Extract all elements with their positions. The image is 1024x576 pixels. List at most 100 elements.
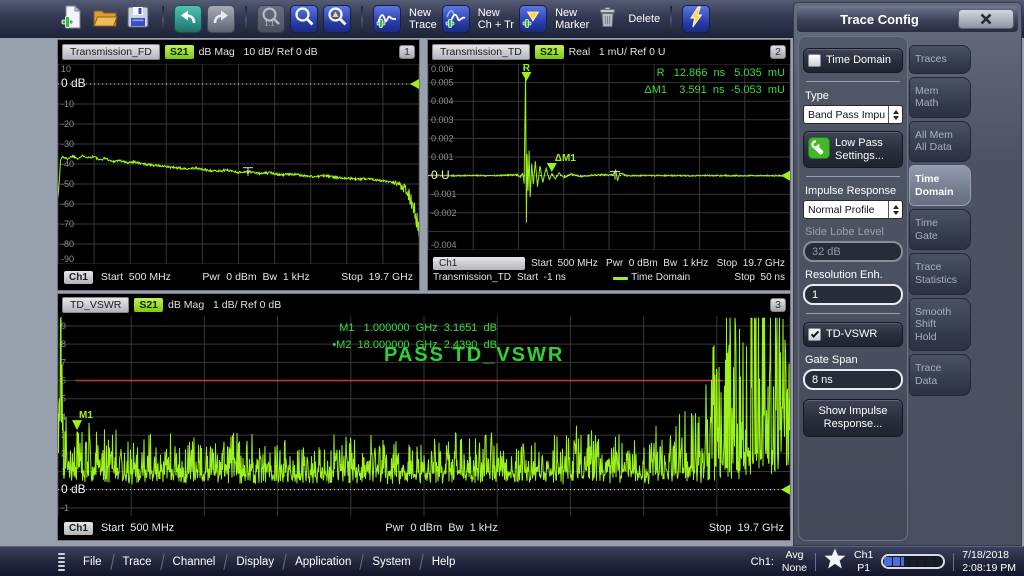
legend: Time Domain <box>572 272 729 283</box>
resolution-enh-label: Resolution Enh. <box>805 269 901 281</box>
marker-readout: R 12.866 ns 5.035 mU ΔM1 3.591 ns -5.053… <box>644 65 785 98</box>
save-button[interactable] <box>124 5 152 33</box>
stop-frequency-label: Stop 19.7 GHz <box>709 522 784 534</box>
zoom-1to1-button[interactable]: 1:1 <box>257 5 285 33</box>
undo-button[interactable] <box>174 5 202 33</box>
plot-area-td-vswr[interactable]: 987654321-1M1 M1 1.000000 GHz 3.1651 dB … <box>58 316 790 516</box>
window-title: Trace Config <box>801 12 958 27</box>
datetime-status: 7/18/20182:08:19 PM <box>962 549 1016 573</box>
menu-file[interactable]: File <box>73 556 112 568</box>
tab-trace-statistics[interactable]: TraceStatistics <box>909 253 971 294</box>
svg-text:-60: -60 <box>61 199 74 209</box>
svg-text:-40: -40 <box>61 159 74 169</box>
svg-text:-1: -1 <box>61 503 69 513</box>
trace-name-button[interactable]: Transmission_TD <box>432 44 530 60</box>
svg-text:9: 9 <box>61 321 66 331</box>
tab-all-mem-all-data[interactable]: All MemAll Data <box>909 121 971 162</box>
stop-frequency-label: Stop 19.7 GHz <box>341 271 413 283</box>
zoom-select-button[interactable] <box>323 5 351 33</box>
new-marker-button[interactable]: NewMarker <box>519 5 589 33</box>
resolution-enh-field[interactable]: 1 <box>803 284 903 305</box>
plot-header: Transmission_TD S21 Real 1 mU/ Ref 0 U 2 <box>428 40 790 64</box>
type-dropdown[interactable]: Band Pass Impu <box>803 105 903 124</box>
power-bandwidth-label: Pwr 0 dBm Bw 1 kHz <box>182 522 701 534</box>
new-channel-trace-icon <box>442 5 470 33</box>
show-impulse-response-label: Show ImpulseResponse... <box>818 405 887 430</box>
menu-bar: FileTraceChannelDisplayApplicationSystem… <box>73 554 465 570</box>
tab-time-gate[interactable]: TimeGate <box>909 209 971 250</box>
tab-time-domain[interactable]: TimeDomain <box>909 165 971 206</box>
menu-display[interactable]: Display <box>226 556 284 568</box>
gate-span-label: Gate Span <box>805 354 901 366</box>
close-button[interactable] <box>958 9 1014 29</box>
td-vswr-checkbox-button[interactable]: TD-VSWR <box>803 322 903 347</box>
wrench-icon <box>808 137 830 162</box>
spinner-icon[interactable] <box>888 106 902 123</box>
sweep-star-icon <box>824 548 846 575</box>
checkbox-checked-icon <box>808 328 821 341</box>
new-trace-button[interactable]: NewTrace <box>373 5 437 33</box>
spinner-icon[interactable] <box>888 201 902 218</box>
open-button[interactable] <box>91 5 119 33</box>
trace-name-button[interactable]: Transmission_FD <box>62 44 160 60</box>
svg-text:-20: -20 <box>61 119 74 129</box>
plot-area-transmission-fd[interactable]: 10-10-20-30-40-50-60-70-80-90 0 dB <box>58 64 419 264</box>
diagram-td-vswr: TD_VSWR S21 dB Mag 1 dB/ Ref 0 dB 3 9876… <box>57 293 791 541</box>
legend-label: Time Domain <box>631 272 690 283</box>
svg-text:R: R <box>523 64 531 74</box>
svg-text:0.006: 0.006 <box>431 64 454 74</box>
sweep-channel-status: Ch1P1 <box>854 549 873 573</box>
separator <box>806 313 900 314</box>
trash-icon <box>594 4 620 35</box>
magnifier-1to1-icon: 1:1 <box>259 5 283 34</box>
menu-trace[interactable]: Trace <box>113 556 162 568</box>
svg-text:-0.004: -0.004 <box>431 240 457 250</box>
tab-traces[interactable]: Traces <box>909 45 971 74</box>
trace-name-button[interactable]: TD_VSWR <box>62 297 129 313</box>
menu-application[interactable]: Application <box>285 556 361 568</box>
trace-format-label: dB Mag 1 dB/ Ref 0 dB <box>168 299 281 311</box>
td-vswr-label: TD-VSWR <box>826 328 877 341</box>
new-document-icon <box>59 4 85 35</box>
svg-text:M1: M1 <box>79 410 93 421</box>
plot-area-transmission-td[interactable]: 0.0060.0050.0040.0030.0020.001-0.001-0.0… <box>428 64 790 250</box>
menu-system[interactable]: System <box>362 556 420 568</box>
redo-button[interactable] <box>207 5 235 33</box>
menu-channel[interactable]: Channel <box>163 556 226 568</box>
quick-access-button[interactable] <box>682 5 710 33</box>
lightning-bolt-icon <box>684 5 708 34</box>
low-pass-settings-button[interactable]: Low PassSettings... <box>803 131 903 168</box>
legend-dash-icon <box>613 277 628 280</box>
svg-text:-70: -70 <box>61 219 74 229</box>
channel-badge[interactable]: Ch1 <box>64 522 93 535</box>
gate-span-field[interactable]: 8 ns <box>803 369 903 390</box>
tab-mem-math[interactable]: MemMath <box>909 77 971 118</box>
plot-header: TD_VSWR S21 dB Mag 1 dB/ Ref 0 dB 3 <box>58 294 790 316</box>
svg-text:-50: -50 <box>61 179 74 189</box>
time-domain-toggle-button[interactable]: Time Domain <box>803 48 903 73</box>
trace-config-titlebar[interactable]: Trace Config <box>797 6 1018 32</box>
channel-badge[interactable]: Ch1 <box>64 271 93 284</box>
svg-text:0.005: 0.005 <box>431 78 454 88</box>
menu-help[interactable]: Help <box>422 556 466 568</box>
tab-smooth-shift-hold[interactable]: SmoothShiftHold <box>909 298 971 352</box>
magnifier-select-icon <box>325 5 349 34</box>
svg-text:-80: -80 <box>61 239 74 249</box>
svg-text:0.003: 0.003 <box>431 115 454 125</box>
delete-button[interactable]: Delete <box>594 4 660 35</box>
new-channel-trace-button[interactable]: NewCh + Tr <box>442 5 514 33</box>
tab-trace-data[interactable]: TraceData <box>909 354 971 395</box>
zoom-in-button[interactable] <box>290 5 318 33</box>
toolbar-separator <box>245 6 247 33</box>
show-impulse-response-button[interactable]: Show ImpulseResponse... <box>803 399 903 436</box>
menu-grip-icon[interactable] <box>58 553 65 571</box>
impulse-response-dropdown[interactable]: Normal Profile <box>803 200 903 219</box>
new-recall-set-button[interactable] <box>58 5 86 33</box>
channel-button[interactable]: Ch1 <box>433 257 525 270</box>
svg-text:8: 8 <box>61 339 66 349</box>
toolbar-separator <box>361 6 363 33</box>
time-domain-softtool: Time Domain Type Band Pass Impu Low Pass… <box>798 36 908 541</box>
type-label: Type <box>805 90 901 102</box>
svg-text:-90: -90 <box>61 254 74 264</box>
svg-text:0.004: 0.004 <box>431 96 454 106</box>
